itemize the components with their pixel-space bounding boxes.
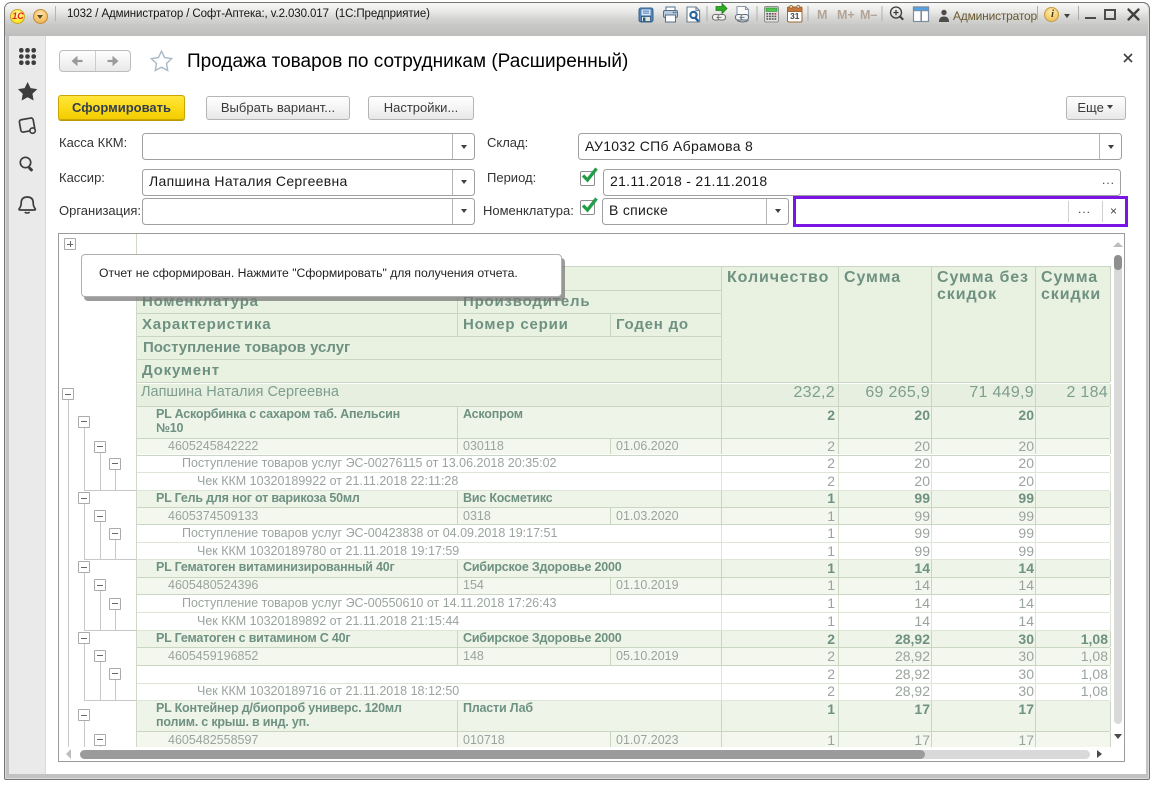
svg-text:M–: M– (860, 8, 877, 22)
svg-text:M: M (817, 8, 827, 22)
svg-text:31: 31 (790, 11, 800, 21)
svg-text:M+: M+ (837, 8, 855, 22)
